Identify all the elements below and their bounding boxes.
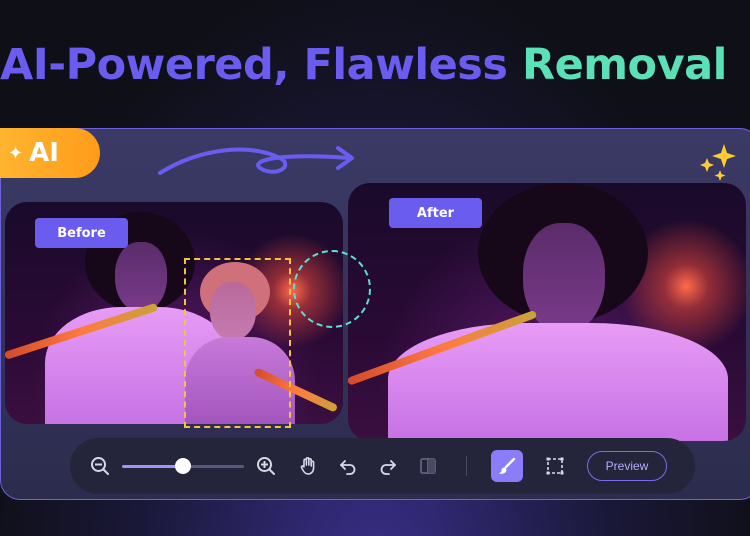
zoom-slider[interactable] xyxy=(122,452,244,480)
redo-icon[interactable] xyxy=(374,452,402,480)
rectangle-select-icon[interactable] xyxy=(541,452,569,480)
zoom-out-icon[interactable] xyxy=(86,452,114,480)
brush-tool-button[interactable] xyxy=(491,450,523,482)
ai-label: AI xyxy=(29,138,59,168)
compare-split-icon[interactable] xyxy=(414,452,442,480)
toolbar-divider xyxy=(466,456,467,476)
preview-button[interactable]: Preview xyxy=(587,451,667,481)
before-tag: Before xyxy=(35,218,128,248)
after-tag: After xyxy=(389,198,482,228)
zoom-slider-knob[interactable] xyxy=(175,458,191,474)
headline-part-2: Removal xyxy=(521,40,727,90)
ai-badge: ✦ AI xyxy=(0,128,100,178)
zoom-slider-fill xyxy=(122,465,183,468)
toolbar: Preview xyxy=(70,438,695,494)
sparkle-icon: ✦ xyxy=(8,142,24,164)
curved-arrow-icon xyxy=(158,146,354,175)
headline: AI-Powered, Flawless Removal xyxy=(0,40,750,90)
undo-icon[interactable] xyxy=(334,452,362,480)
hand-pan-icon[interactable] xyxy=(294,452,322,480)
selection-circle[interactable] xyxy=(293,250,371,328)
headline-part-1: AI-Powered, Flawless xyxy=(0,40,522,90)
zoom-in-icon[interactable] xyxy=(252,452,280,480)
selection-rectangle[interactable] xyxy=(184,258,291,428)
